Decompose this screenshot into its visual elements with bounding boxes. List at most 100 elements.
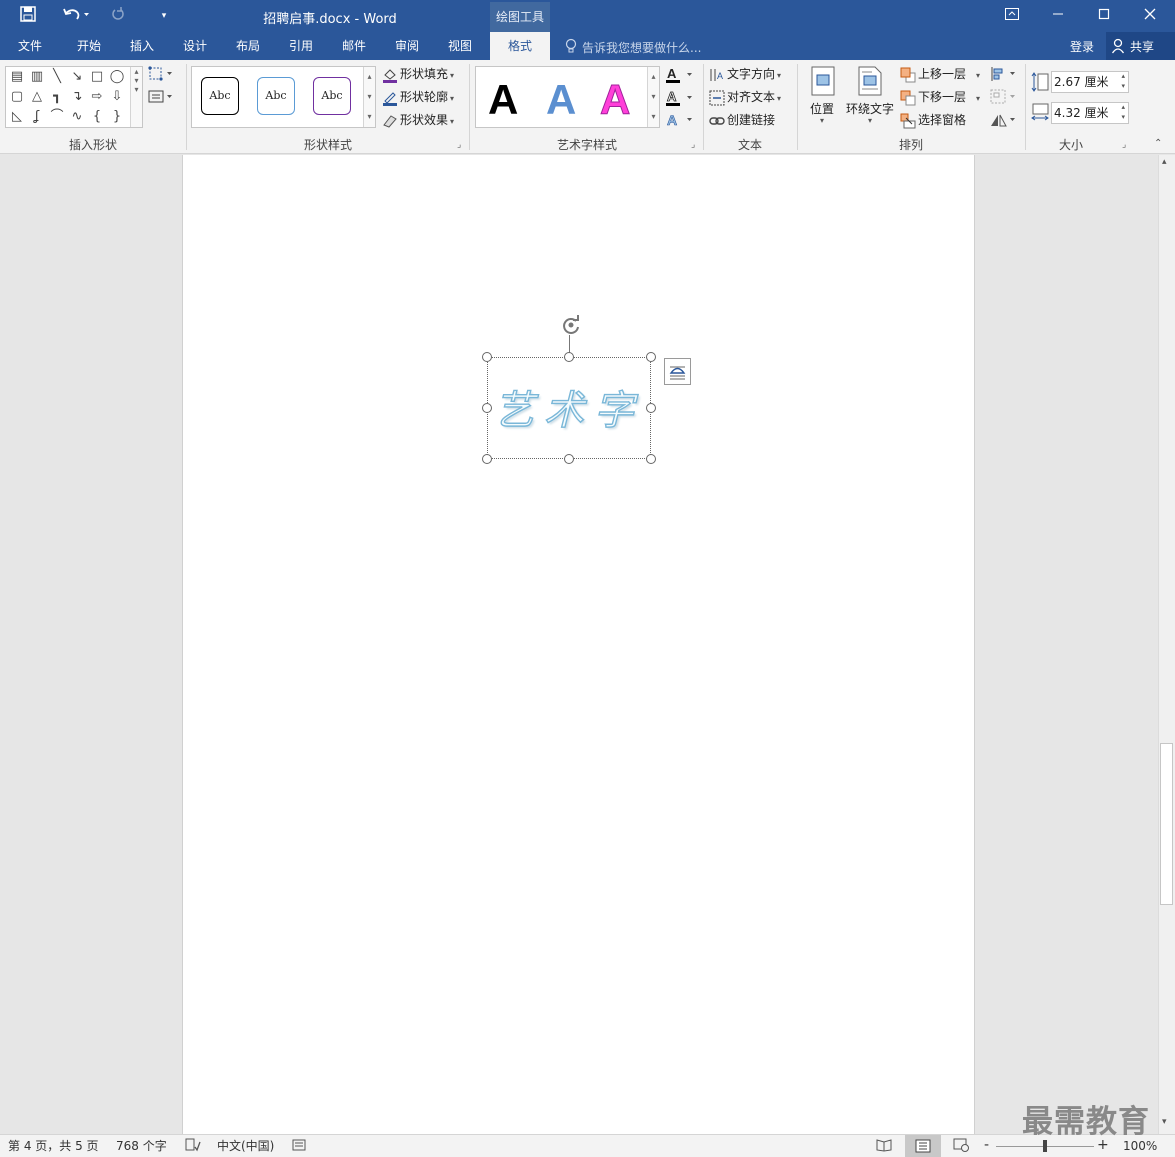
tab-view[interactable]: 视图 [435,32,485,60]
page-count-status[interactable]: 第 4 页，共 5 页 [8,1138,99,1154]
rounded-rectangle-shape-icon[interactable]: ▢ [8,88,26,106]
collapse-ribbon-icon[interactable]: ⌃ [1154,138,1162,149]
zoom-out-button[interactable]: - [984,1138,989,1153]
tab-format[interactable]: 格式 [490,32,550,60]
web-layout-icon[interactable] [953,1138,969,1156]
height-spinner-icon[interactable]: ▴ ▾ [1121,71,1125,91]
redo-icon[interactable] [108,6,128,26]
resize-handle-top-right[interactable] [646,352,656,362]
draw-textbox-icon[interactable] [148,89,176,107]
tab-layout[interactable]: 布局 [223,32,273,60]
tab-insert[interactable]: 插入 [117,32,167,60]
resize-handle-bottom-left[interactable] [482,454,492,464]
print-layout-view-button[interactable] [905,1135,941,1157]
rotate-handle-icon[interactable] [559,313,583,337]
word-count-status[interactable]: 768 个字 [116,1138,167,1154]
wordart-style-black[interactable]: A [488,73,518,127]
arrow-line-shape-icon[interactable]: ↘ [68,68,86,86]
text-direction-button[interactable]: A 文字方向 ▾ [709,65,781,85]
layout-options-icon[interactable] [664,358,691,385]
shapes-gallery[interactable]: ▤ ▥ ╲ ↘ □ ◯ ▢ △ ┓ ↴ ⇨ ⇩ ◺ ʆ ⌒ ∿ { } ▴ ▾ ▾ [5,66,143,128]
scroll-thumb[interactable] [1160,743,1173,905]
proofing-icon[interactable] [185,1138,201,1156]
shapes-gallery-scroll[interactable]: ▴ ▾ ▾ [130,67,142,127]
curve-shape-icon[interactable]: ∿ [68,108,86,126]
shape-style-black[interactable]: Abc [201,77,239,115]
resize-handle-left[interactable] [482,403,492,413]
maximize-icon[interactable] [1081,0,1127,32]
dialog-launcher-icon[interactable]: ⌟ [457,140,467,150]
position-button[interactable]: 位置 ▾ [806,64,840,130]
scribble-shape-icon[interactable]: ʆ [28,108,46,126]
vertical-scrollbar[interactable]: ▴ ▾ [1158,155,1175,1134]
read-mode-icon[interactable] [876,1138,892,1156]
minimize-icon[interactable] [1035,0,1081,32]
resize-handle-right[interactable] [646,403,656,413]
textbox-shape-icon[interactable]: ▤ [8,68,26,86]
left-brace-shape-icon[interactable]: { [88,108,106,126]
wordart-style-pink[interactable]: A [599,73,630,127]
group-objects-icon[interactable] [990,89,1018,107]
shape-width-input[interactable]: 4.32 厘米 ▴ ▾ [1051,102,1129,124]
dialog-launcher-icon[interactable]: ⌟ [1122,140,1132,150]
undo-icon[interactable] [62,6,90,26]
shape-styles-scroll[interactable]: ▴ ▾ ▾ [363,67,375,127]
shape-style-blue[interactable]: Abc [257,77,295,115]
shape-style-purple[interactable]: Abc [313,77,351,115]
wordart-gallery[interactable]: A A A ▴ ▾ ▾ [475,66,660,128]
elbow-connector-shape-icon[interactable]: ┓ [48,88,66,106]
wordart-style-blue[interactable]: A [546,73,576,127]
align-text-button[interactable]: 对齐文本 ▾ [709,88,781,108]
document-page[interactable]: 艺术字 [182,155,975,1134]
tab-home[interactable]: 开始 [64,32,114,60]
shape-effects-button[interactable]: 形状效果 ▾ [382,111,454,131]
zoom-slider-thumb[interactable] [1043,1140,1047,1152]
resize-handle-bottom[interactable] [564,454,574,464]
wordart-textbox[interactable]: 艺术字 [487,357,651,459]
scroll-up-icon[interactable]: ▴ [1162,157,1167,167]
vertical-textbox-shape-icon[interactable]: ▥ [28,68,46,86]
shape-fill-button[interactable]: 形状填充 ▾ [382,65,454,85]
tell-me-search[interactable]: 告诉我您想要做什么... [582,39,701,56]
send-backward-button[interactable]: 下移一层 ▾ [900,88,980,108]
ribbon-display-icon[interactable] [989,0,1035,32]
arc-shape-icon[interactable]: ⌒ [48,108,66,126]
text-fill-icon[interactable]: A [666,66,696,84]
resize-handle-top-left[interactable] [482,352,492,362]
close-icon[interactable] [1127,0,1173,32]
rectangle-shape-icon[interactable]: □ [88,68,106,86]
align-objects-icon[interactable] [990,66,1018,84]
rotate-objects-icon[interactable] [990,112,1018,130]
freeform-shape-icon[interactable]: ◺ [8,108,26,126]
triangle-shape-icon[interactable]: △ [28,88,46,106]
scroll-down-icon[interactable]: ▾ [1162,1117,1167,1127]
create-link-button[interactable]: 创建链接 [709,111,775,129]
elbow-arrow-shape-icon[interactable]: ↴ [68,88,86,106]
dialog-launcher-icon[interactable]: ⌟ [691,140,701,150]
wrap-text-button[interactable]: 环绕文字 ▾ [845,64,895,130]
save-icon[interactable] [18,6,38,26]
wordart-text[interactable]: 艺术字 [488,378,650,436]
bring-forward-button[interactable]: 上移一层 ▾ [900,65,980,85]
down-arrow-shape-icon[interactable]: ⇩ [108,88,126,106]
sign-in-link[interactable]: 登录 [1070,38,1094,55]
tab-file[interactable]: 文件 [4,32,56,60]
macro-recording-icon[interactable] [292,1138,308,1156]
wordart-scroll[interactable]: ▴ ▾ ▾ [647,67,659,127]
right-brace-shape-icon[interactable]: } [108,108,126,126]
customize-qat-icon[interactable]: ▾ [154,6,174,26]
tab-design[interactable]: 设计 [170,32,220,60]
share-button[interactable]: 共享 [1106,32,1175,60]
text-outline-icon[interactable]: A [666,89,696,107]
selection-pane-button[interactable]: 选择窗格 [900,111,966,129]
line-shape-icon[interactable]: ╲ [48,68,66,86]
resize-handle-top[interactable] [564,352,574,362]
tab-references[interactable]: 引用 [276,32,326,60]
edit-shape-icon[interactable] [148,66,176,84]
shape-outline-button[interactable]: 形状轮廓 ▾ [382,88,454,108]
width-spinner-icon[interactable]: ▴ ▾ [1121,102,1125,122]
shape-styles-gallery[interactable]: Abc Abc Abc ▴ ▾ ▾ [191,66,376,128]
right-arrow-shape-icon[interactable]: ⇨ [88,88,106,106]
tab-review[interactable]: 审阅 [382,32,432,60]
tab-mailings[interactable]: 邮件 [329,32,379,60]
